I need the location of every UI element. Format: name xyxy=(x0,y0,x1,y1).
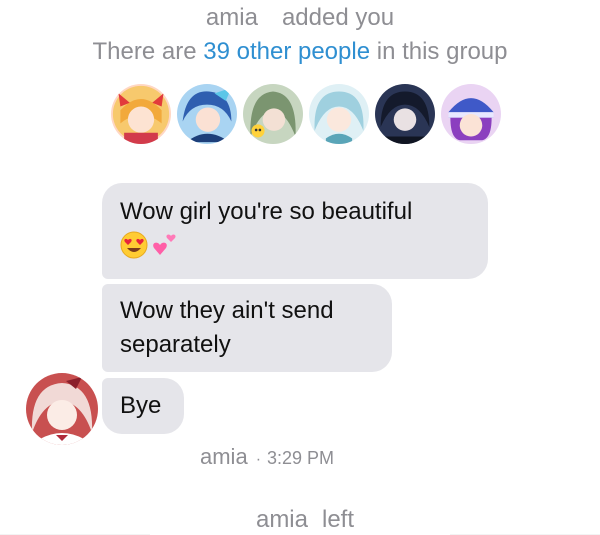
member-avatar[interactable] xyxy=(439,82,503,146)
message-text-line: Wow they ain't send xyxy=(120,297,334,324)
left-text: left xyxy=(322,506,355,533)
added-text: added you xyxy=(281,4,395,31)
sender-avatar[interactable] xyxy=(26,373,98,445)
member-avatar[interactable] xyxy=(307,82,371,146)
two-hearts-icon xyxy=(153,234,176,255)
sender-name[interactable]: amia xyxy=(200,444,248,469)
message-time: 3:29 PM xyxy=(267,448,335,468)
meta-separator: · xyxy=(255,451,262,468)
message-text-line: separately xyxy=(120,331,231,358)
member-count-notice: There are 39 other people in this group xyxy=(0,38,600,66)
count-suffix: in this group xyxy=(376,38,508,65)
smiling-face-heart-eyes-icon xyxy=(120,231,148,259)
member-avatar[interactable] xyxy=(373,82,437,146)
left-notice: amia left xyxy=(0,506,600,534)
added-notice: amia added you xyxy=(0,4,600,32)
message-text: Wow girl you're so beautiful xyxy=(120,198,413,225)
member-avatar[interactable] xyxy=(241,82,305,146)
message-bubble[interactable]: Wow they ain't send separately xyxy=(102,284,392,372)
member-avatar[interactable] xyxy=(109,82,173,146)
message-text: Bye xyxy=(120,392,162,419)
message-bubble[interactable]: Wow girl you're so beautiful xyxy=(102,183,488,279)
count-prefix: There are xyxy=(92,38,197,65)
left-user-name[interactable]: amia xyxy=(256,506,308,533)
member-avatar[interactable] xyxy=(175,82,239,146)
message-bubble[interactable]: Bye xyxy=(102,378,184,434)
other-people-link[interactable]: 39 other people xyxy=(203,38,370,65)
message-meta: amia · 3:29 PM xyxy=(200,444,334,470)
emoji-row xyxy=(120,231,180,259)
added-user-name[interactable]: amia xyxy=(206,4,258,31)
